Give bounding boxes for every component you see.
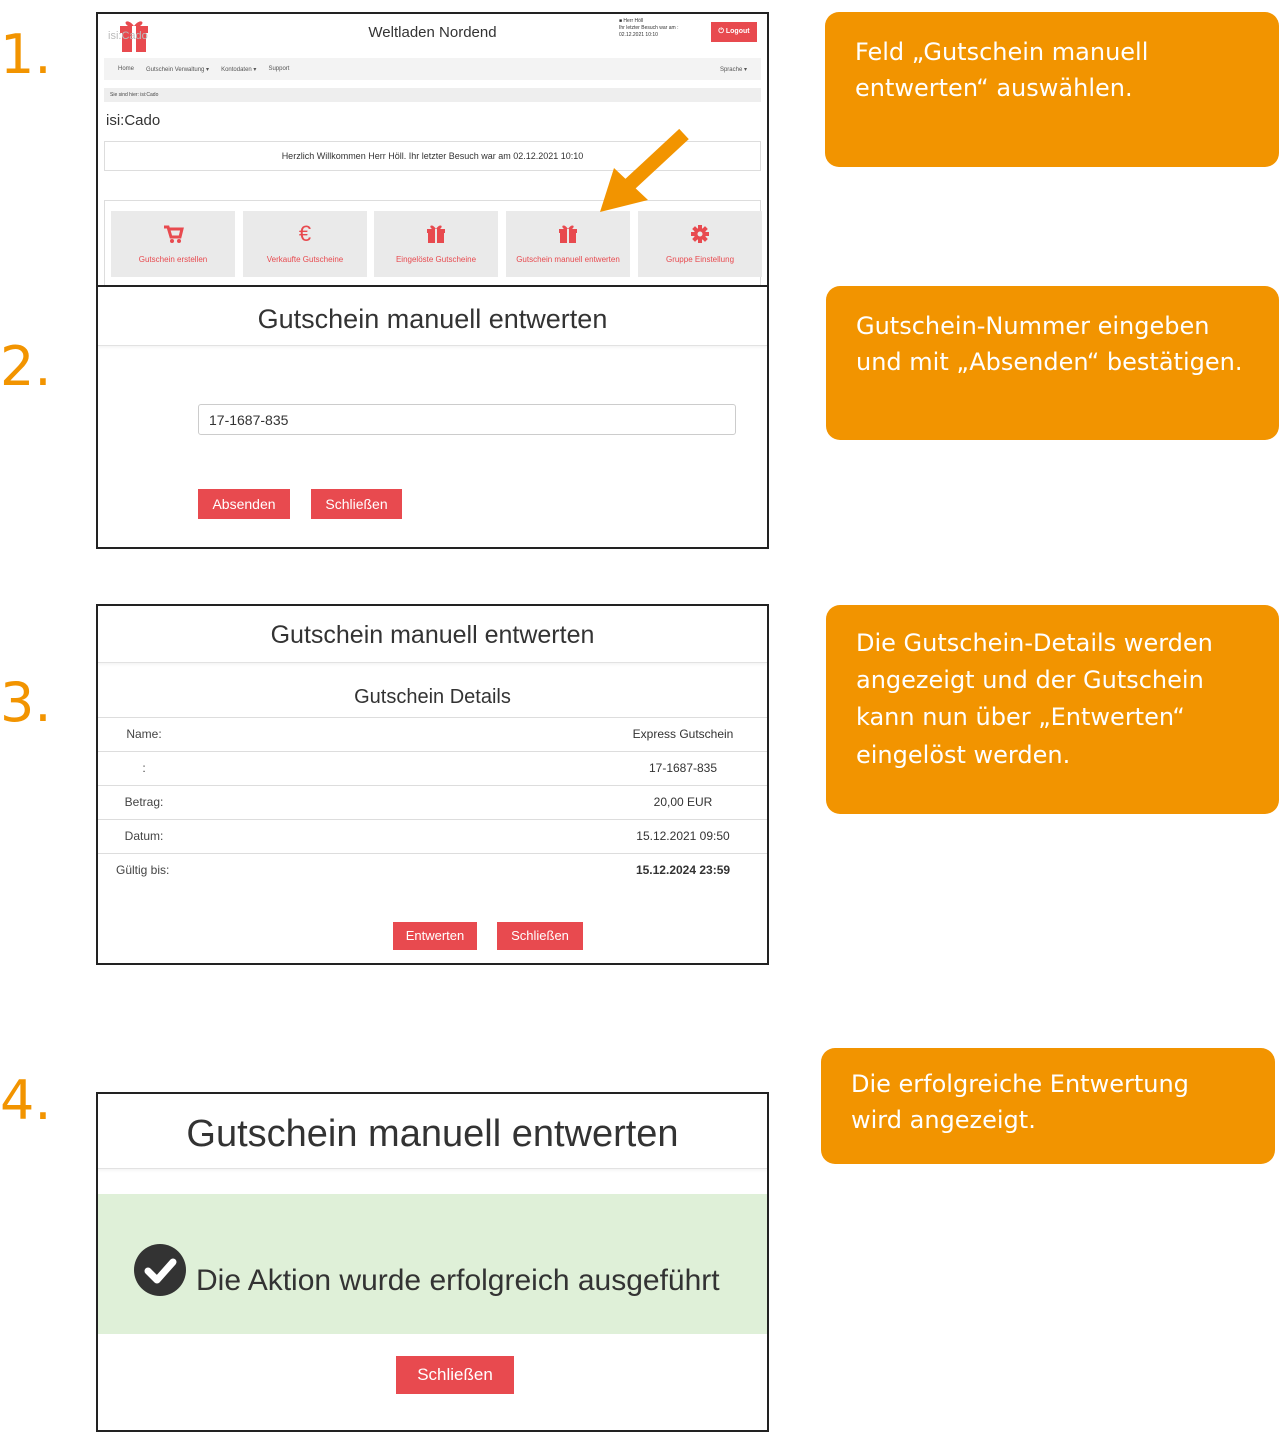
tile-sold-vouchers[interactable]: € Verkaufte Gutscheine bbox=[243, 211, 367, 277]
nav-language[interactable]: Sprache ▾ bbox=[720, 66, 747, 73]
detail-value: Express Gutschein bbox=[632, 727, 734, 741]
instruction-callout-1: Feld „Gutschein manuell entwerten“ auswä… bbox=[825, 12, 1279, 167]
app-header: isi:Cado Weltladen Nordend ■ Herr Höll I… bbox=[98, 14, 767, 58]
breadcrumb: Sie sind hier: isi:Cado bbox=[104, 88, 761, 102]
success-modal: Gutschein manuell entwerten Die Aktion w… bbox=[96, 1092, 769, 1432]
details-title: Gutschein Details bbox=[98, 663, 767, 718]
detail-row: Gültig bis: 15.12.2024 23:59 bbox=[98, 854, 767, 887]
detail-value: 15.12.2024 23:59 bbox=[635, 863, 731, 877]
gift-icon bbox=[374, 223, 498, 247]
voucher-details-modal: Gutschein manuell entwerten Gutschein De… bbox=[96, 604, 769, 965]
tile-create-voucher[interactable]: Gutschein erstellen bbox=[111, 211, 235, 277]
tile-manual-redeem[interactable]: Gutschein manuell entwerten bbox=[506, 211, 630, 277]
tile-redeemed-vouchers[interactable]: Eingelöste Gutscheine bbox=[374, 211, 498, 277]
tile-group-settings[interactable]: Gruppe Einstellung bbox=[638, 211, 762, 277]
tile-label: Gruppe Einstellung bbox=[665, 255, 735, 264]
detail-key: : bbox=[142, 761, 146, 775]
check-circle-icon bbox=[134, 1244, 186, 1296]
tile-label: Gutschein erstellen bbox=[138, 255, 208, 264]
detail-row: Datum: 15.12.2021 09:50 bbox=[98, 820, 767, 854]
dashboard-screenshot: isi:Cado Weltladen Nordend ■ Herr Höll I… bbox=[96, 12, 769, 314]
gear-icon bbox=[638, 223, 762, 247]
logout-button[interactable]: ⏻ Logout bbox=[711, 22, 757, 42]
step-number-1: 1. bbox=[0, 23, 52, 86]
instruction-callout-4: Die erfolgreiche Entwertung wird angezei… bbox=[821, 1048, 1275, 1164]
success-alert: Die Aktion wurde erfolgreich ausgeführt bbox=[98, 1194, 767, 1334]
tile-label: Gutschein manuell entwerten bbox=[516, 255, 620, 264]
detail-key: Betrag: bbox=[124, 795, 164, 809]
tile-label: Verkaufte Gutscheine bbox=[266, 255, 344, 264]
detail-value: 17-1687-835 bbox=[648, 761, 718, 775]
detail-row: : 17-1687-835 bbox=[98, 752, 767, 786]
redeem-button[interactable]: Entwerten bbox=[393, 922, 477, 950]
power-icon: ⏻ bbox=[718, 28, 726, 35]
last-visit-label: Ihr letzter Besuch war am : bbox=[619, 25, 679, 31]
logout-label: Logout bbox=[725, 28, 750, 35]
cart-icon bbox=[111, 223, 235, 247]
submit-button[interactable]: Absenden bbox=[198, 489, 290, 519]
detail-key: Gültig bis: bbox=[116, 863, 170, 877]
nav-voucher-admin[interactable]: Gutschein Verwaltung ▾ bbox=[146, 66, 209, 73]
instruction-callout-2: Gutschein-Nummer eingeben und mit „Absen… bbox=[826, 286, 1279, 440]
nav-support[interactable]: Support bbox=[268, 66, 289, 72]
nav-account[interactable]: Kontodaten ▾ bbox=[221, 66, 256, 73]
voucher-number-input[interactable]: 17-1687-835 bbox=[198, 404, 736, 435]
gift-icon bbox=[506, 223, 630, 247]
step-number-3: 3. bbox=[0, 671, 52, 734]
user-info: ■ Herr Höll Ihr letzter Besuch war am : … bbox=[619, 18, 703, 39]
close-button[interactable]: Schließen bbox=[497, 922, 583, 950]
nav-home[interactable]: Home bbox=[118, 66, 134, 72]
tile-label: Eingelöste Gutscheine bbox=[395, 255, 477, 264]
step-number-2: 2. bbox=[0, 335, 52, 398]
close-button[interactable]: Schließen bbox=[311, 489, 402, 519]
modal-title: Gutschein manuell entwerten bbox=[98, 287, 767, 346]
close-button[interactable]: Schließen bbox=[396, 1356, 514, 1394]
detail-key: Name: bbox=[126, 727, 162, 741]
main-nav: Home Gutschein Verwaltung ▾ Kontodaten ▾… bbox=[104, 58, 761, 80]
detail-value: 15.12.2021 09:50 bbox=[636, 829, 730, 843]
step-number-4: 4. bbox=[0, 1069, 52, 1132]
last-visit-date: 02.12.2021 10:10 bbox=[619, 32, 658, 38]
user-name: Herr Höll bbox=[623, 18, 644, 24]
instruction-callout-3: Die Gutschein-Details werden angezeigt u… bbox=[826, 605, 1279, 814]
enter-voucher-modal: Gutschein manuell entwerten 17-1687-835 … bbox=[96, 285, 769, 549]
detail-key: Datum: bbox=[124, 829, 164, 843]
modal-title: Gutschein manuell entwerten bbox=[98, 606, 767, 663]
success-message: Die Aktion wurde erfolgreich ausgeführt bbox=[196, 1264, 720, 1297]
detail-row: Betrag: 20,00 EUR bbox=[98, 786, 767, 820]
modal-title: Gutschein manuell entwerten bbox=[98, 1094, 767, 1169]
detail-row: Name: Express Gutschein bbox=[98, 718, 767, 752]
arrow-icon bbox=[600, 128, 689, 212]
euro-icon: € bbox=[298, 221, 312, 246]
detail-value: 20,00 EUR bbox=[653, 795, 713, 809]
